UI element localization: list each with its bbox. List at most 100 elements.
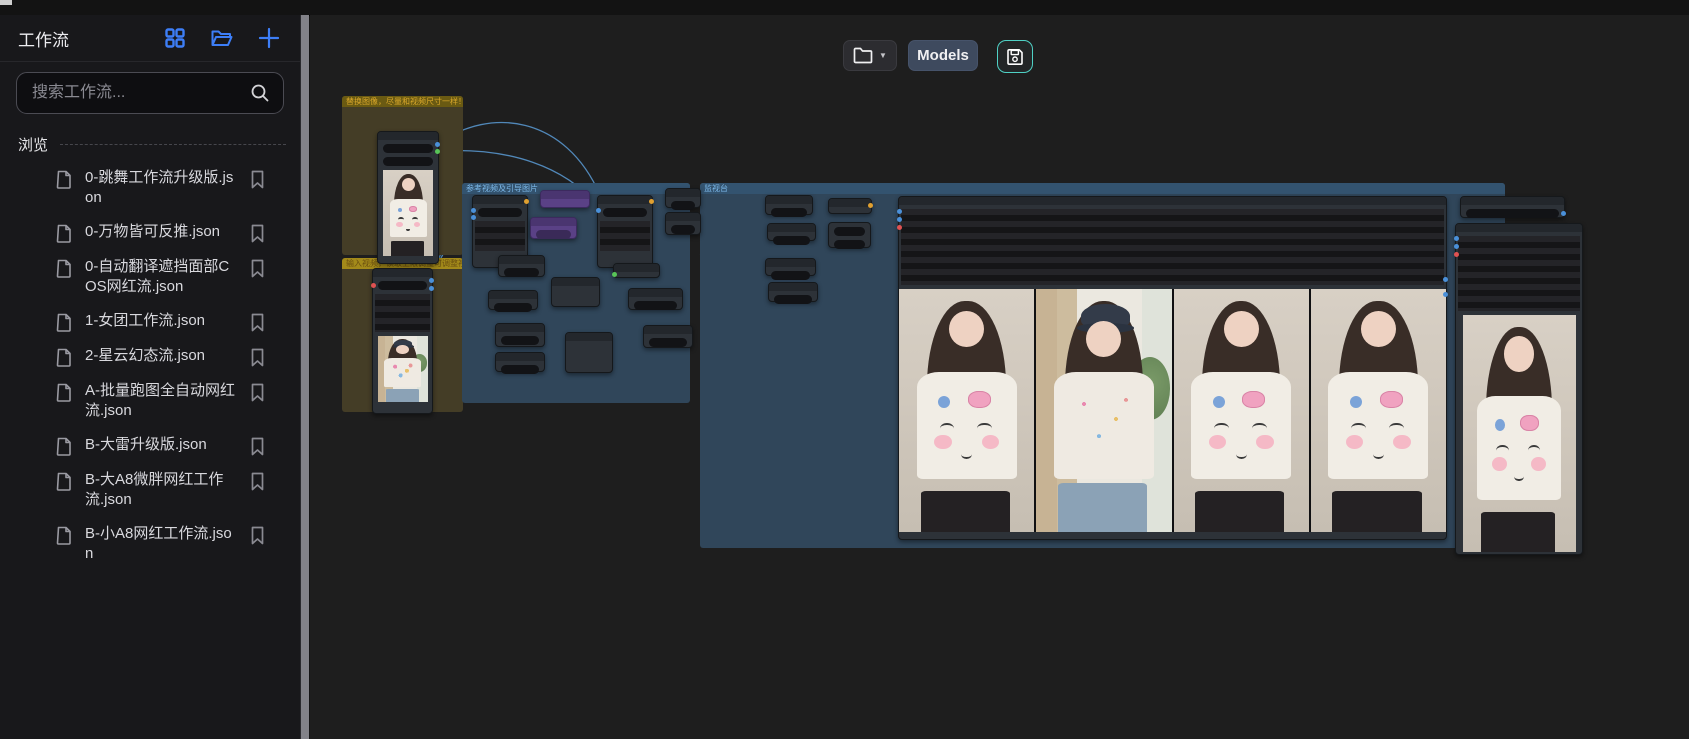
graph-node[interactable] <box>565 332 613 373</box>
node-port[interactable] <box>435 149 440 154</box>
node-header[interactable] <box>489 291 537 299</box>
bookmark-icon[interactable] <box>250 170 265 189</box>
bookmark-icon[interactable] <box>250 472 265 491</box>
node-widget[interactable] <box>536 230 571 239</box>
node-widget[interactable] <box>494 303 532 312</box>
node-port[interactable] <box>897 225 902 230</box>
node-widget[interactable] <box>771 208 807 217</box>
node-port[interactable] <box>897 209 902 214</box>
node-header[interactable] <box>496 324 544 332</box>
graph-node[interactable] <box>495 323 545 347</box>
node-header[interactable] <box>766 196 812 204</box>
node-widget-rows[interactable] <box>1458 236 1580 311</box>
node-header[interactable] <box>373 269 432 277</box>
node-header[interactable] <box>1461 197 1564 205</box>
node-port[interactable] <box>1561 211 1566 216</box>
graph-node[interactable] <box>828 222 871 248</box>
workflow-list-item[interactable]: B-小A8网红工作流.json <box>0 517 300 571</box>
node-port[interactable] <box>1443 277 1448 282</box>
graph-node[interactable] <box>665 212 701 235</box>
node-widget[interactable] <box>774 295 812 304</box>
node-header[interactable] <box>614 264 659 272</box>
graph-node[interactable] <box>828 198 872 214</box>
node-header[interactable] <box>499 256 544 264</box>
node-port[interactable] <box>471 215 476 220</box>
node-widget-rows[interactable] <box>901 209 1444 285</box>
node-widget[interactable] <box>378 281 427 290</box>
sidebar-scrollbar[interactable] <box>300 15 309 739</box>
open-folder-icon[interactable] <box>210 27 234 49</box>
node-widget[interactable] <box>671 225 695 234</box>
node-header[interactable] <box>378 132 438 140</box>
search-input[interactable] <box>30 83 250 103</box>
node-port[interactable] <box>524 199 529 204</box>
graph-node[interactable] <box>767 223 816 241</box>
top-tab[interactable] <box>0 0 12 5</box>
node-header[interactable] <box>552 278 599 286</box>
grid-layout-icon[interactable] <box>164 27 186 49</box>
bookmark-icon[interactable] <box>250 259 265 278</box>
workflow-list-item[interactable]: B-大A8微胖网红工作流.json <box>0 463 300 517</box>
graph-node[interactable] <box>372 268 433 414</box>
node-header[interactable] <box>566 333 612 341</box>
node-header[interactable] <box>766 259 815 267</box>
graph-node[interactable] <box>498 255 545 277</box>
node-port[interactable] <box>897 217 902 222</box>
workflow-list-item[interactable]: A-批量跑图全自动网红流.json <box>0 374 300 428</box>
graph-node[interactable] <box>628 288 683 310</box>
node-header[interactable] <box>541 191 589 199</box>
plus-icon[interactable] <box>258 27 280 49</box>
graph-node[interactable] <box>765 195 813 215</box>
node-widget-rows[interactable] <box>600 221 650 251</box>
workflow-list-item[interactable]: 0-万物皆可反推.json <box>0 215 300 250</box>
node-canvas[interactable]: 替换图像，尽量和视频尺寸一样！简单背景最好输入视频，读取上限调整可调整视频长度参… <box>310 15 1689 739</box>
node-header[interactable] <box>829 199 871 207</box>
node-widget[interactable] <box>504 268 539 277</box>
node-port[interactable] <box>596 208 601 213</box>
graph-node[interactable] <box>488 290 538 310</box>
bookmark-icon[interactable] <box>250 348 265 367</box>
node-port[interactable] <box>471 208 476 213</box>
node-widget-rows[interactable] <box>475 221 525 251</box>
graph-node[interactable] <box>765 258 816 276</box>
save-workflow-button[interactable] <box>997 40 1033 73</box>
workflow-list-item[interactable]: 0-自动翻译遮挡面部COS网红流.json <box>0 250 300 304</box>
workflow-folder-button[interactable]: ▼ <box>843 40 897 71</box>
graph-node[interactable] <box>597 195 653 268</box>
node-header[interactable] <box>768 224 815 232</box>
node-widget[interactable] <box>478 208 522 217</box>
graph-node[interactable] <box>898 196 1447 540</box>
node-port[interactable] <box>868 203 873 208</box>
node-widget[interactable] <box>501 336 539 345</box>
node-header[interactable] <box>1456 224 1582 232</box>
node-port[interactable] <box>1454 252 1459 257</box>
graph-node[interactable] <box>551 277 600 307</box>
node-widget[interactable] <box>603 208 647 217</box>
workflow-list-item[interactable]: B-大雷升级版.json <box>0 428 300 463</box>
node-header[interactable] <box>598 196 652 204</box>
node-widget[interactable] <box>1466 209 1559 218</box>
node-widget[interactable] <box>773 236 810 245</box>
node-header[interactable] <box>769 283 817 291</box>
node-header[interactable] <box>644 326 692 334</box>
node-port[interactable] <box>371 283 376 288</box>
graph-node[interactable] <box>495 352 545 372</box>
node-port[interactable] <box>1454 244 1459 249</box>
node-port[interactable] <box>429 286 434 291</box>
workflow-list-item[interactable]: 0-跳舞工作流升级版.json <box>0 161 300 215</box>
bookmark-icon[interactable] <box>250 224 265 243</box>
workflow-list-item[interactable]: 2-星云幻态流.json <box>0 339 300 374</box>
node-header[interactable] <box>666 213 700 221</box>
node-widget-rows[interactable] <box>375 294 430 332</box>
bookmark-icon[interactable] <box>250 526 265 545</box>
graph-node[interactable] <box>1460 196 1565 218</box>
node-header[interactable] <box>629 289 682 297</box>
node-widget[interactable] <box>383 144 433 153</box>
graph-node[interactable] <box>613 263 660 278</box>
graph-node[interactable] <box>1455 223 1583 555</box>
node-port[interactable] <box>649 199 654 204</box>
bookmark-icon[interactable] <box>250 383 265 402</box>
bookmark-icon[interactable] <box>250 437 265 456</box>
graph-node[interactable] <box>377 131 439 264</box>
node-header[interactable] <box>899 197 1446 205</box>
